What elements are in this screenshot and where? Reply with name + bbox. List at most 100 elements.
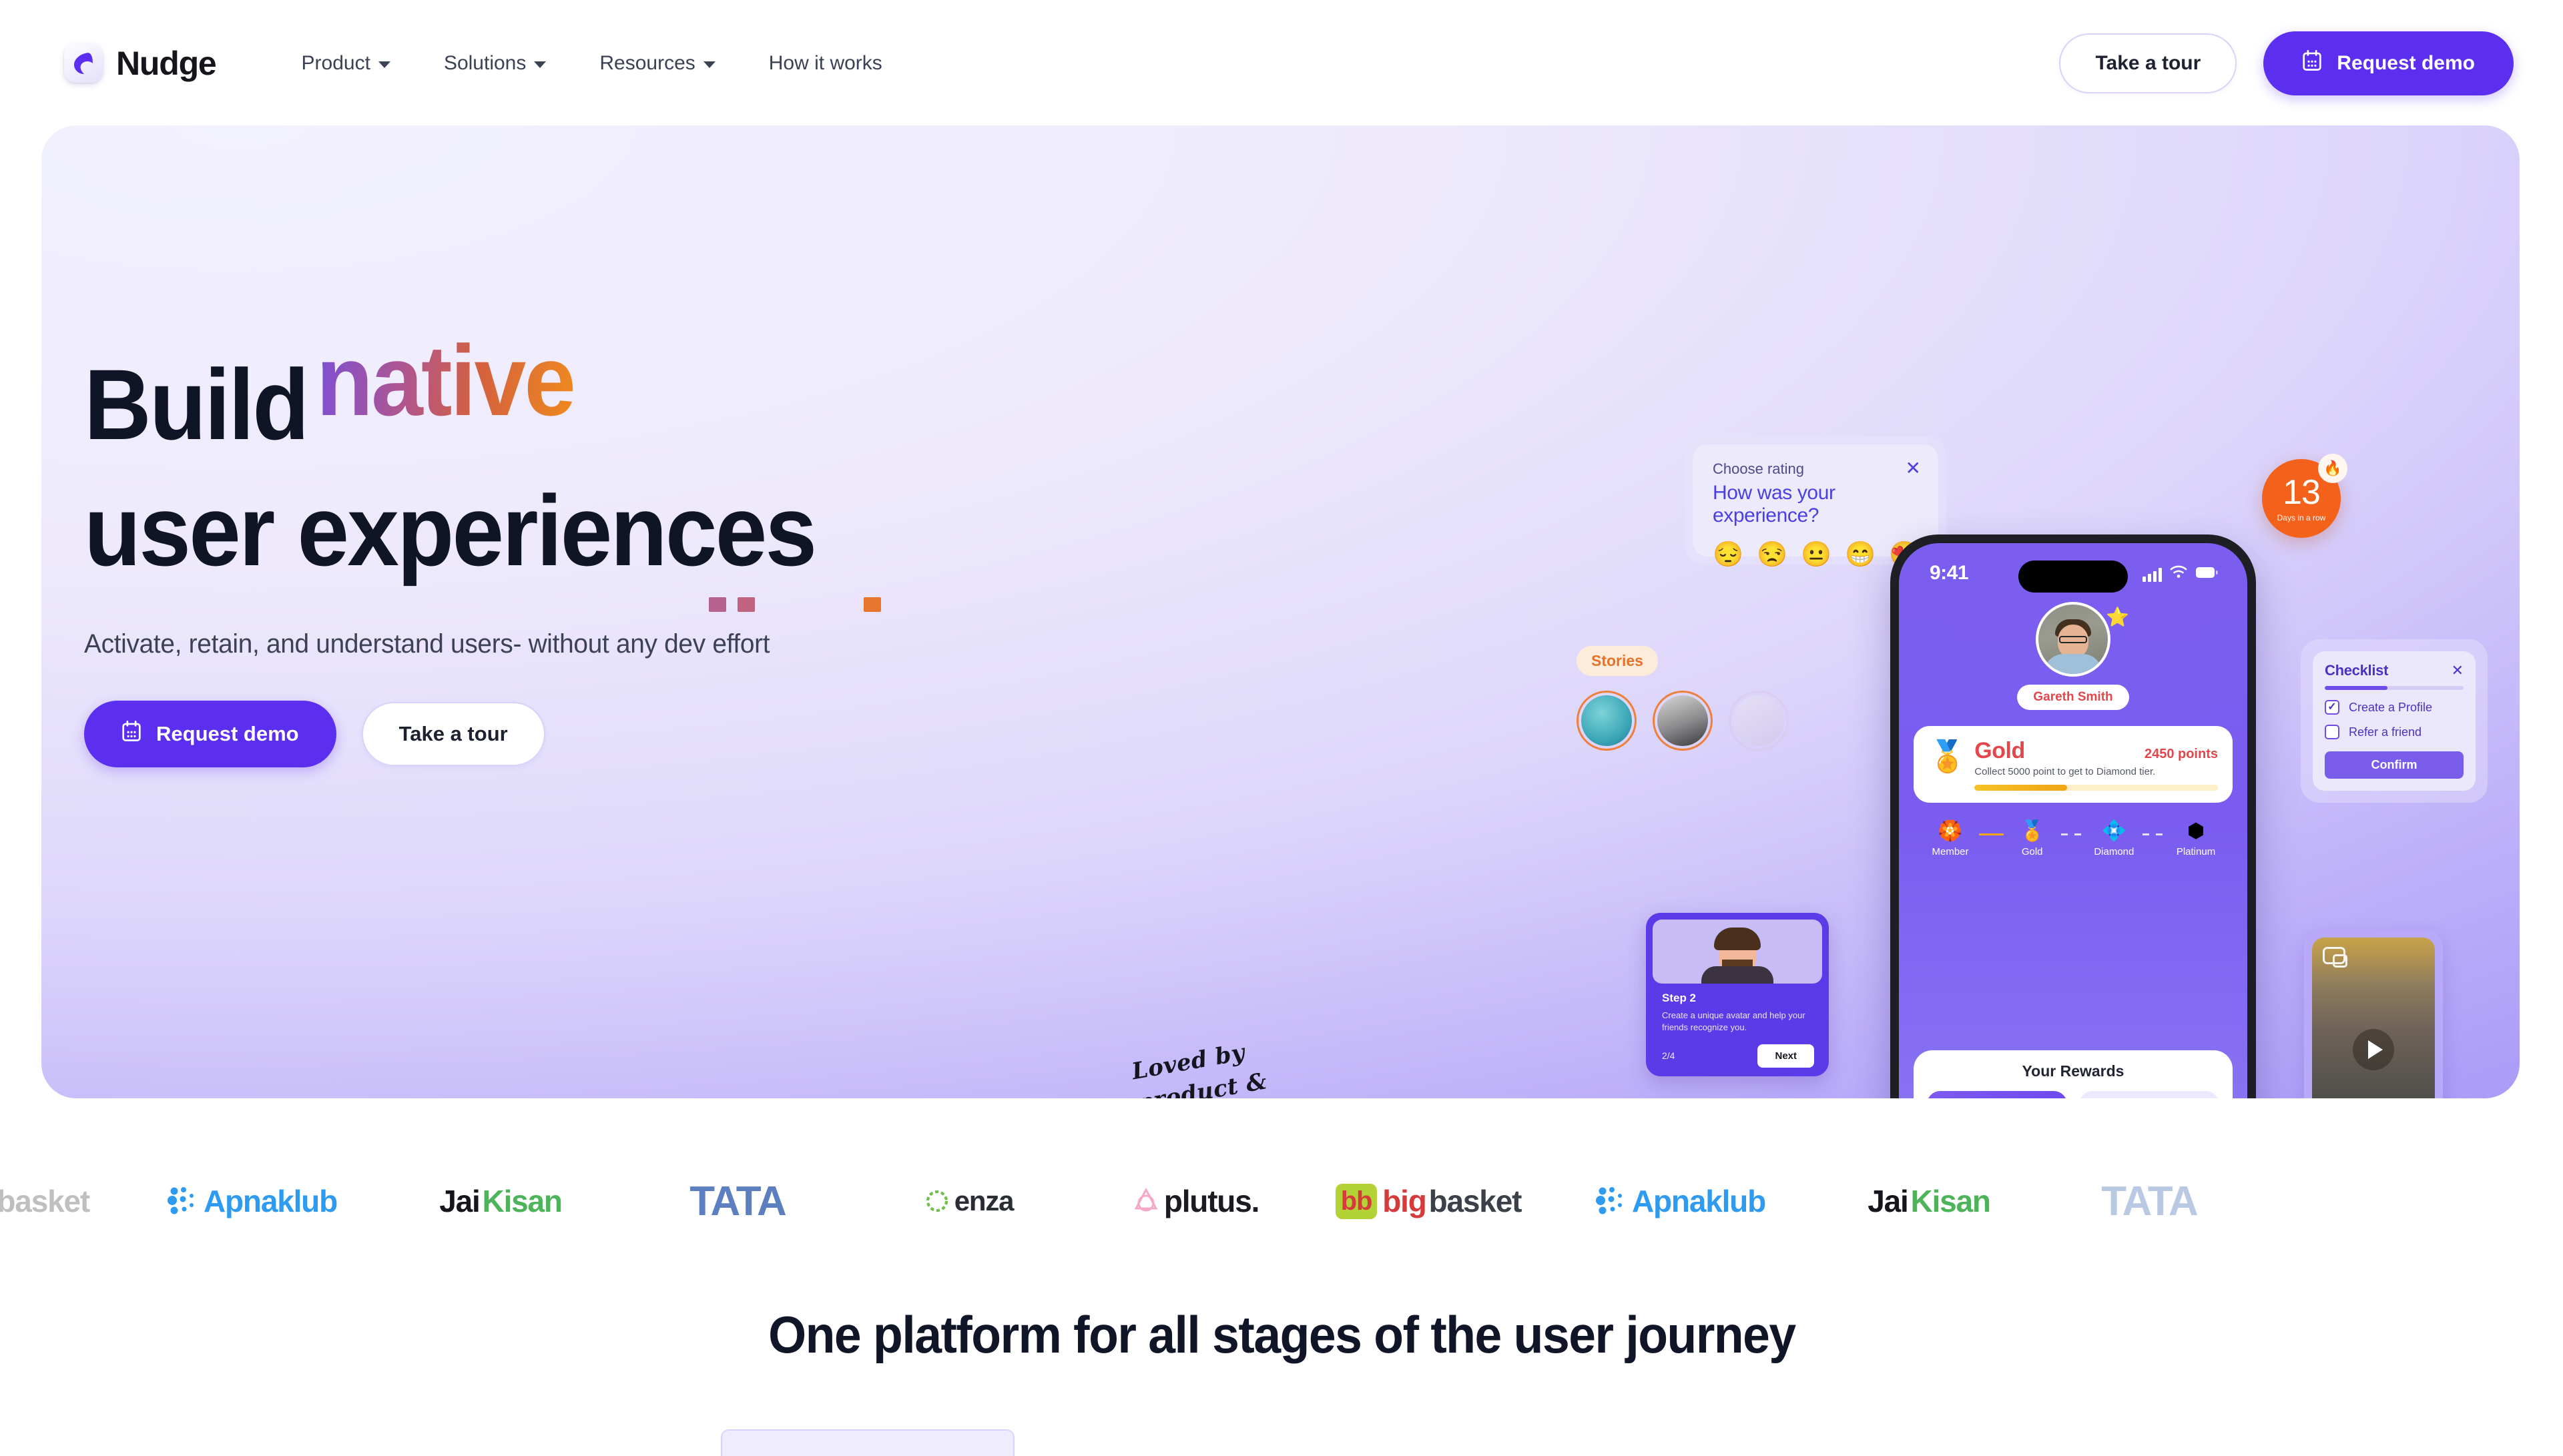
nav-links: Product Solutions Resources How it works: [275, 52, 909, 75]
gold-badge-icon: 🏅: [2019, 820, 2045, 842]
logo-plutus: plutus.: [1081, 1134, 1308, 1268]
nav-item-how-it-works[interactable]: How it works: [742, 52, 909, 75]
section-card-peek: [721, 1429, 1015, 1456]
bronze-badge-icon: 🏵️: [1938, 820, 1963, 842]
nav-item-product[interactable]: Product: [275, 52, 417, 75]
user-name-pill: Gareth Smith: [2017, 685, 2129, 710]
reward-tile-light[interactable]: 🎁: [2079, 1091, 2219, 1098]
rating-emoji-3[interactable]: 😐: [1801, 540, 1831, 569]
chevron-down-icon: [534, 61, 547, 68]
nav-item-solutions[interactable]: Solutions: [417, 52, 573, 75]
tier-connector-dashed: [2060, 833, 2086, 835]
logo-bigbasket-2: bb big basket: [1308, 1134, 1548, 1268]
nudge-logo-icon: [64, 44, 103, 83]
checklist-item-refer-friend[interactable]: Refer a friend: [2325, 725, 2464, 739]
tier-step-member: 🏵️ Member: [1922, 820, 1979, 858]
calendar-icon: [2302, 49, 2322, 77]
story-sneaker-lace[interactable]: [1653, 691, 1713, 751]
checklist-item-create-profile[interactable]: Create a Profile: [2325, 700, 2464, 715]
tier-step-platinum: ⬢ Platinum: [2167, 820, 2225, 858]
brand-logo[interactable]: Nudge: [64, 44, 217, 83]
logo-apnaklub-2: Apnaklub: [1548, 1134, 1809, 1268]
tier-progress-bar: [1974, 785, 2218, 791]
fire-icon: 🔥: [2318, 454, 2347, 483]
decor-square-3: [864, 597, 881, 612]
rating-emoji-4[interactable]: 😁: [1845, 540, 1876, 569]
rating-emoji-1[interactable]: 😔: [1713, 540, 1743, 569]
rating-card-title: How was your experience?: [1713, 482, 1835, 526]
diamond-badge-icon: 💠: [2101, 820, 2127, 842]
hero-take-a-tour-button[interactable]: Take a tour: [361, 702, 545, 766]
reward-tile-purple[interactable]: 🎁: [1927, 1091, 2067, 1098]
phone-mockup: 9:41 ⭐ Gareth Smith 🏅 Gold 2450 points C…: [1890, 534, 2256, 1098]
tier-step-diamond: 💠 Diamond: [2085, 820, 2143, 858]
hero-request-demo-label: Request demo: [156, 722, 299, 745]
close-icon[interactable]: ✕: [2452, 663, 2464, 678]
step-card-next-button[interactable]: Next: [1757, 1044, 1814, 1068]
step-card-counter: 2/4: [1662, 1050, 1675, 1062]
platinum-badge-icon: ⬢: [2187, 820, 2205, 842]
tier-progression: 🏵️ Member 🏅 Gold 💠 Diamond ⬢ Platinum: [1899, 803, 2247, 858]
video-story-card[interactable]: [2304, 930, 2443, 1098]
step-illustration: [1653, 920, 1822, 984]
story-sneaker-dim[interactable]: [1729, 691, 1789, 751]
brand-name: Nudge: [116, 45, 217, 82]
checklist-item-label: Refer a friend: [2349, 725, 2422, 739]
tier-step-label: Member: [1932, 846, 1969, 857]
rating-card-label: Choose rating: [1713, 460, 1804, 477]
star-icon: ⭐: [2106, 607, 2129, 627]
apnaklub-dots-icon: [168, 1187, 194, 1214]
checklist-confirm-button[interactable]: Confirm: [2325, 751, 2464, 779]
checklist-progress-bar: [2325, 686, 2464, 690]
apnaklub-dots-icon: [1596, 1187, 1623, 1214]
hero-subheadline: Activate, retain, and understand users- …: [84, 629, 770, 659]
hero-take-a-tour-label: Take a tour: [398, 722, 508, 745]
gold-medal-icon: 🏅: [1928, 739, 1967, 773]
chevron-down-icon: [703, 61, 716, 68]
hero-copy: Buildnative user experiences Activate, r…: [84, 330, 1085, 767]
stories-widget: Stories: [1577, 646, 1843, 793]
play-icon[interactable]: [2353, 1029, 2394, 1070]
logo-jai-kisan-2: Jai Kisan: [1868, 1184, 1991, 1218]
tier-step-label: Gold: [2021, 846, 2043, 857]
checkbox-checked-icon[interactable]: [2325, 700, 2339, 715]
chevron-down-icon: [378, 61, 390, 68]
checklist-widget[interactable]: Checklist ✕ Create a Profile Refer a fri…: [2301, 639, 2488, 803]
tier-subtext: Collect 5000 point to get to Diamond tie…: [1974, 766, 2156, 777]
checkbox-unchecked-icon[interactable]: [2325, 725, 2339, 739]
section-title: One platform for all stages of the user …: [0, 1305, 2563, 1365]
logo-tata-2: TATA: [2101, 1178, 2198, 1224]
nav-item-label: How it works: [768, 52, 882, 74]
rewards-panel: Your Rewards 🎁 🎁 🪙 25% Off on all Nike S…: [1914, 1050, 2233, 1098]
close-icon[interactable]: ✕: [1906, 459, 1921, 478]
tier-step-label: Platinum: [2176, 846, 2216, 857]
checklist-item-label: Create a Profile: [2349, 700, 2433, 714]
tier-name: Gold: [1974, 738, 2025, 763]
tier-points: 2450 points: [2144, 747, 2218, 761]
request-demo-button[interactable]: Request demo: [2263, 31, 2514, 95]
onboarding-step-card[interactable]: Step 2 Create a unique avatar and help y…: [1646, 913, 1829, 1076]
tier-step-gold: 🏅 Gold: [2004, 820, 2061, 858]
cenza-mark-icon: [926, 1190, 948, 1212]
story-sneaker-teal[interactable]: [1577, 691, 1637, 751]
calendar-icon: [121, 720, 141, 747]
tier-connector-solid: [1979, 833, 2004, 835]
section-title-text: One platform for all stages of the user …: [768, 1305, 1796, 1364]
status-time: 9:41: [1930, 562, 1969, 584]
rating-emoji-2[interactable]: 😒: [1757, 540, 1787, 569]
step-card-title: Step 2: [1662, 992, 1697, 1004]
picture-in-picture-icon: [2323, 947, 2347, 968]
logo-bigbasket: bigbasket: [0, 1184, 90, 1218]
profile-header: ⭐ Gareth Smith: [1899, 602, 2247, 710]
checklist-title: Checklist: [2325, 662, 2389, 679]
signal-icon: [2143, 567, 2162, 582]
stories-row: [1577, 691, 1843, 751]
take-a-tour-label: Take a tour: [2095, 52, 2201, 74]
streak-count: 13: [2283, 472, 2321, 512]
hero-request-demo-button[interactable]: Request demo: [84, 701, 336, 767]
take-a-tour-button[interactable]: Take a tour: [2059, 33, 2237, 93]
nav-item-resources[interactable]: Resources: [573, 52, 742, 75]
hero-headline-line-1: Buildnative: [84, 330, 1015, 454]
tier-status-card: 🏅 Gold 2450 points Collect 5000 point to…: [1914, 726, 2233, 803]
hero-section: Buildnative user experiences Activate, r…: [41, 125, 2520, 1098]
